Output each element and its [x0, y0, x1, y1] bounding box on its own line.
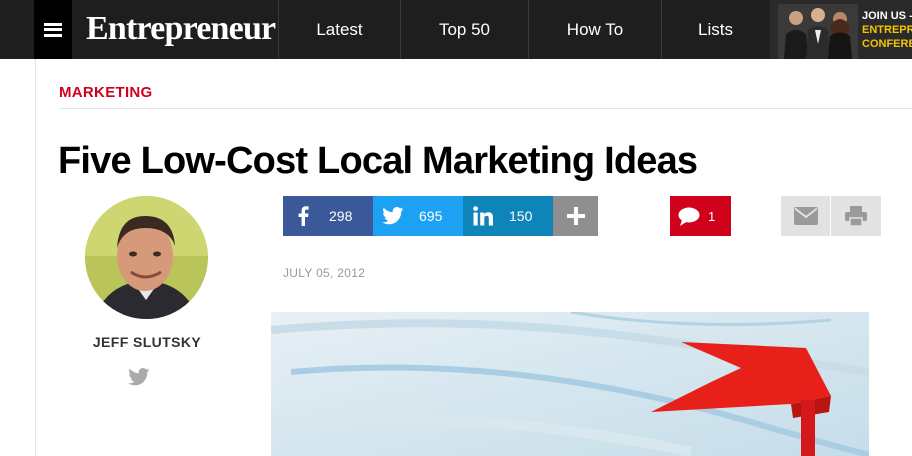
facebook-icon [283, 206, 323, 226]
comments-button[interactable]: 1 [670, 196, 731, 236]
printer-icon [845, 206, 867, 226]
email-button[interactable] [781, 196, 830, 236]
linkedin-share-button[interactable]: 150 [463, 196, 553, 236]
linkedin-share-count: 150 [509, 208, 533, 224]
category-divider [59, 108, 912, 109]
hamburger-icon [44, 22, 62, 37]
envelope-icon [793, 207, 818, 225]
nav-item-lists[interactable]: Lists [662, 0, 769, 59]
site-logo[interactable]: Entrepreneur [86, 9, 276, 49]
author-name[interactable]: JEFF SLUTSKY [70, 334, 224, 350]
publish-date: JULY 05, 2012 [283, 266, 366, 280]
menu-button[interactable] [34, 0, 72, 59]
promo-people-image [778, 4, 858, 59]
facebook-share-button[interactable]: 298 [283, 196, 373, 236]
twitter-share-button[interactable]: 695 [373, 196, 463, 236]
facebook-share-count: 298 [329, 208, 353, 224]
author-photo [85, 196, 208, 319]
comments-count: 1 [708, 208, 716, 224]
conference-promo-banner[interactable]: JOIN US - 0 ENTREPRE CONFERENC [770, 0, 912, 59]
article-hero-image [271, 312, 869, 456]
content-left-border [35, 59, 36, 456]
more-share-button[interactable] [553, 196, 598, 236]
top-nav: Entrepreneur Latest Top 50 How To Lists … [0, 0, 912, 59]
author-avatar[interactable] [85, 196, 208, 319]
promo-text: JOIN US - 0 ENTREPRE CONFERENC [862, 10, 912, 50]
category-link[interactable]: MARKETING [59, 84, 153, 101]
nav-item-top-50[interactable]: Top 50 [401, 0, 528, 59]
hero-map-flag-image [271, 312, 869, 456]
author-twitter-icon[interactable] [128, 368, 150, 386]
twitter-share-count: 695 [419, 208, 443, 224]
linkedin-icon [463, 206, 503, 226]
plus-icon [566, 207, 585, 225]
print-button[interactable] [831, 196, 881, 236]
article-title: Five Low-Cost Local Marketing Ideas [58, 140, 698, 182]
comment-icon [670, 207, 708, 226]
nav-item-latest[interactable]: Latest [279, 0, 400, 59]
nav-item-how-to[interactable]: How To [529, 0, 661, 59]
twitter-icon [373, 207, 413, 225]
